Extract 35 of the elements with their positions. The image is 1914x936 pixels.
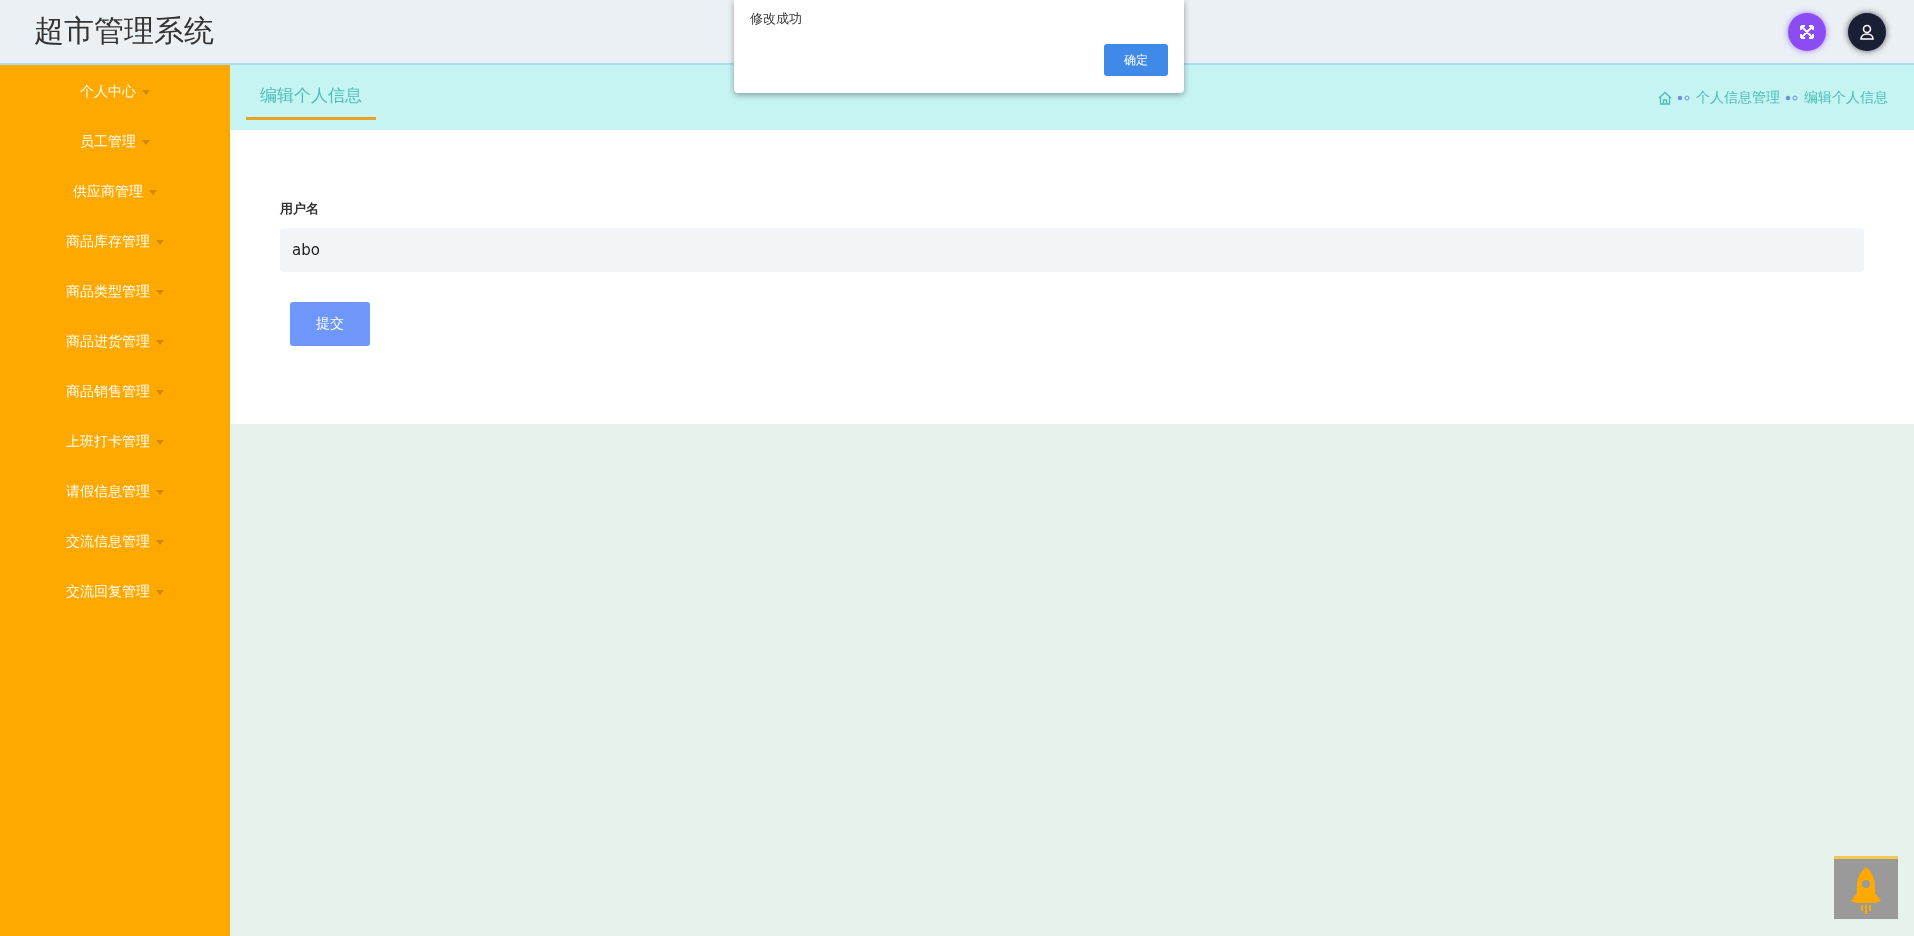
- sidebar-item[interactable]: 员工管理: [0, 117, 230, 167]
- breadcrumb-link[interactable]: 编辑个人信息: [1804, 88, 1888, 107]
- confirm-button[interactable]: 确定: [1104, 44, 1168, 76]
- fullscreen-icon[interactable]: [1788, 12, 1826, 51]
- field-label: 用户名: [280, 200, 320, 218]
- breadcrumb-link[interactable]: 个人信息管理: [1696, 88, 1780, 107]
- submit-button[interactable]: 提交: [290, 302, 370, 346]
- caret-icon: [156, 339, 164, 345]
- sidebar-item[interactable]: 个人中心: [0, 67, 230, 117]
- caret-icon: [156, 389, 164, 395]
- sidebar-item[interactable]: 商品进货管理: [0, 317, 230, 367]
- user-icon[interactable]: [1848, 12, 1886, 51]
- sidebar-item[interactable]: 上班打卡管理: [0, 417, 230, 467]
- sidebar-item[interactable]: 请假信息管理: [0, 467, 230, 517]
- sidebar-item[interactable]: 供应商管理: [0, 167, 230, 217]
- sidebar-item[interactable]: 交流信息管理: [0, 517, 230, 567]
- caret-icon: [156, 489, 164, 495]
- caret-icon: [142, 139, 150, 145]
- caret-icon: [156, 239, 164, 245]
- separator-icon: [1677, 94, 1691, 101]
- tab[interactable]: 编辑个人信息: [246, 84, 376, 120]
- caret-icon: [142, 89, 150, 95]
- sidebar-item[interactable]: 交流回复管理: [0, 567, 230, 617]
- app-title: 超市管理系统: [34, 12, 214, 50]
- caret-icon: [156, 589, 164, 595]
- sidebar-item[interactable]: 商品销售管理: [0, 367, 230, 417]
- caret-icon: [156, 439, 164, 445]
- caret-icon: [156, 289, 164, 295]
- username-field[interactable]: abo: [280, 228, 1864, 272]
- dialog-message: 修改成功: [750, 10, 803, 28]
- separator-icon: [1785, 94, 1799, 101]
- caret-icon: [149, 189, 157, 195]
- sidebar-item[interactable]: 商品库存管理: [0, 217, 230, 267]
- sidebar-item[interactable]: 商品类型管理: [0, 267, 230, 317]
- caret-icon: [156, 539, 164, 545]
